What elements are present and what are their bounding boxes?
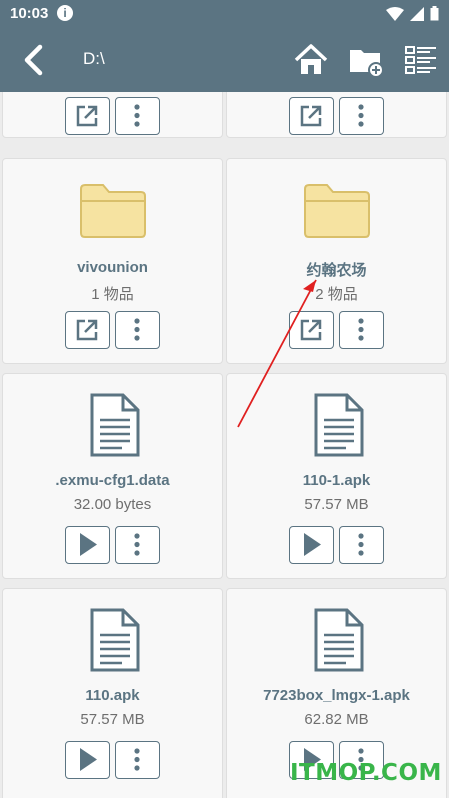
grid-item-file[interactable]: 110-1.apk 57.57 MB xyxy=(226,373,447,579)
document-icon xyxy=(90,608,140,672)
play-icon xyxy=(80,533,97,556)
item-name: 7723box_lmgx-1.apk xyxy=(263,687,410,704)
path-title: D:\ xyxy=(83,49,105,68)
home-button[interactable] xyxy=(291,40,331,80)
watermark-text: ITMOP.COM xyxy=(290,760,442,786)
more-options-button[interactable] xyxy=(339,311,384,349)
more-options-button[interactable] xyxy=(115,97,160,135)
more-options-button[interactable] xyxy=(115,526,160,564)
more-vert-icon xyxy=(134,104,140,127)
more-options-button[interactable] xyxy=(115,311,160,349)
open-external-icon xyxy=(76,105,98,127)
grid-item-folder[interactable]: 约翰农场 2 物品 xyxy=(226,158,447,364)
more-vert-icon xyxy=(134,533,140,556)
signal-icon xyxy=(410,6,424,21)
battery-icon xyxy=(430,6,439,21)
new-folder-button[interactable] xyxy=(346,40,386,80)
item-details: 62.82 MB xyxy=(304,711,369,728)
document-icon xyxy=(314,393,364,457)
item-name: 110-1.apk xyxy=(302,472,371,489)
folder-icon xyxy=(304,184,370,238)
back-arrow-icon xyxy=(24,44,43,76)
grid-item-file[interactable]: .exmu-cfg1.data 32.00 bytes xyxy=(2,373,223,579)
open-button[interactable] xyxy=(65,311,110,349)
home-icon xyxy=(294,44,328,74)
play-button[interactable] xyxy=(65,741,110,779)
open-button[interactable] xyxy=(65,97,110,135)
more-options-button[interactable] xyxy=(339,526,384,564)
item-details: 57.57 MB xyxy=(304,496,369,513)
status-bar: 10:03 i xyxy=(0,0,449,28)
document-icon xyxy=(314,608,364,672)
item-details: 1 物品 xyxy=(91,286,134,303)
play-button[interactable] xyxy=(289,526,334,564)
more-vert-icon xyxy=(358,533,364,556)
wifi-icon xyxy=(386,6,404,21)
file-grid: vivounion 1 物品 约翰农场 2 物品 .exmu-cfg1.data… xyxy=(0,92,449,798)
grid-item-file[interactable]: 110.apk 57.57 MB xyxy=(2,588,223,798)
back-button[interactable] xyxy=(16,40,56,80)
play-button[interactable] xyxy=(65,526,110,564)
item-name: 约翰农场 xyxy=(306,262,367,279)
item-details: 2 物品 xyxy=(315,286,358,303)
open-button[interactable] xyxy=(289,97,334,135)
more-options-button[interactable] xyxy=(115,741,160,779)
grid-item-folder[interactable]: vivounion 1 物品 xyxy=(2,158,223,364)
more-vert-icon xyxy=(358,318,364,341)
list-view-icon xyxy=(405,46,436,74)
item-details: 57.57 MB xyxy=(80,711,145,728)
item-name: .exmu-cfg1.data xyxy=(55,472,170,489)
grid-item[interactable] xyxy=(2,92,223,138)
open-button[interactable] xyxy=(289,311,334,349)
list-view-button[interactable] xyxy=(400,40,440,80)
play-icon xyxy=(80,748,97,771)
item-name: 110.apk xyxy=(85,687,140,704)
play-icon xyxy=(304,533,321,556)
open-external-icon xyxy=(300,105,322,127)
info-icon: i xyxy=(57,5,73,21)
open-external-icon xyxy=(76,319,98,341)
open-external-icon xyxy=(300,319,322,341)
grid-item[interactable] xyxy=(226,92,447,138)
new-folder-icon xyxy=(350,50,384,78)
document-icon xyxy=(90,393,140,457)
status-time: 10:03 xyxy=(10,5,49,22)
more-options-button[interactable] xyxy=(339,97,384,135)
app-bar: D:\ xyxy=(0,28,449,92)
folder-icon xyxy=(80,184,146,238)
more-vert-icon xyxy=(358,104,364,127)
more-vert-icon xyxy=(134,318,140,341)
more-vert-icon xyxy=(134,748,140,771)
status-icons xyxy=(386,6,439,21)
item-name: vivounion xyxy=(77,259,148,276)
item-details: 32.00 bytes xyxy=(73,496,152,513)
